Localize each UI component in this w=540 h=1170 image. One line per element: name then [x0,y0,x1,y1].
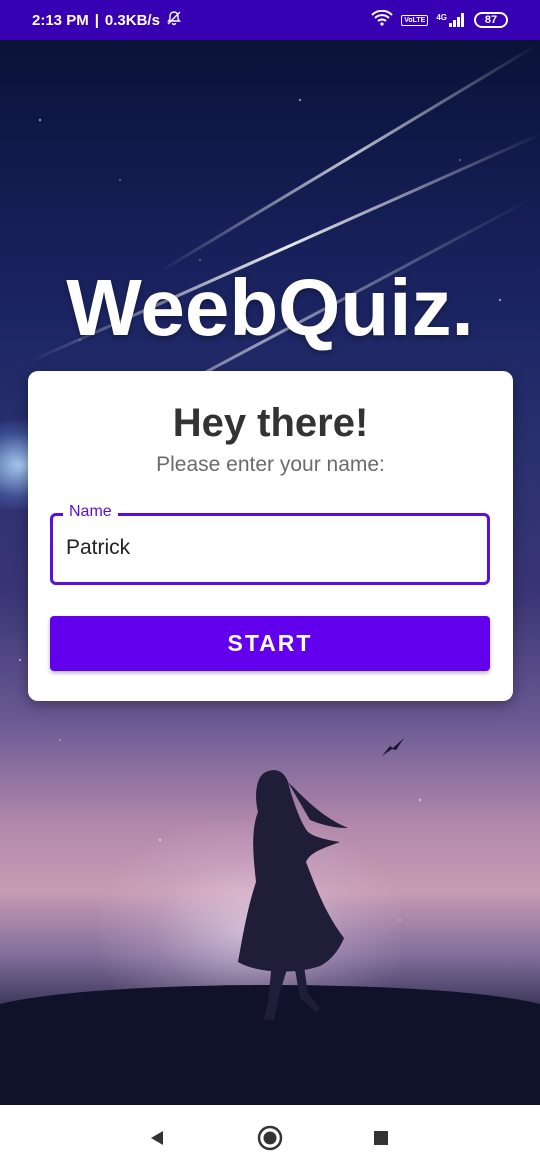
bird-icon [382,738,404,756]
start-button[interactable]: START [50,616,490,671]
app-title: WeebQuiz. [66,263,474,352]
status-left: 2:13 PM | 0.3KB/s [32,10,182,30]
name-field[interactable]: Name [50,503,490,585]
recents-square-icon[interactable] [366,1125,396,1151]
status-bar: 2:13 PM | 0.3KB/s VoLTE 4G 87 [0,0,540,40]
status-speed: 0.3KB/s [104,11,160,29]
greeting-subtitle: Please enter your name: [156,453,385,476]
volte-badge: VoLTE [401,14,429,26]
muted-bell-icon [166,10,182,30]
navigation-bar [0,1105,540,1170]
home-circle-icon[interactable] [255,1125,285,1151]
girl-silhouette [238,770,348,1020]
status-right: VoLTE 4G 87 [371,9,508,30]
name-input[interactable] [66,536,476,560]
status-separator: | [94,11,99,29]
name-entry-card: Hey there! Please enter your name: Name … [28,371,513,701]
wifi-icon [371,9,393,30]
name-field-label: Name [63,503,118,521]
status-time: 2:13 PM [32,11,89,29]
battery-indicator: 87 [474,12,508,28]
signal-icon: 4G [436,13,466,27]
greeting-title: Hey there! [172,401,369,445]
back-triangle-icon[interactable] [142,1125,172,1151]
network-type: 4G [436,13,447,22]
